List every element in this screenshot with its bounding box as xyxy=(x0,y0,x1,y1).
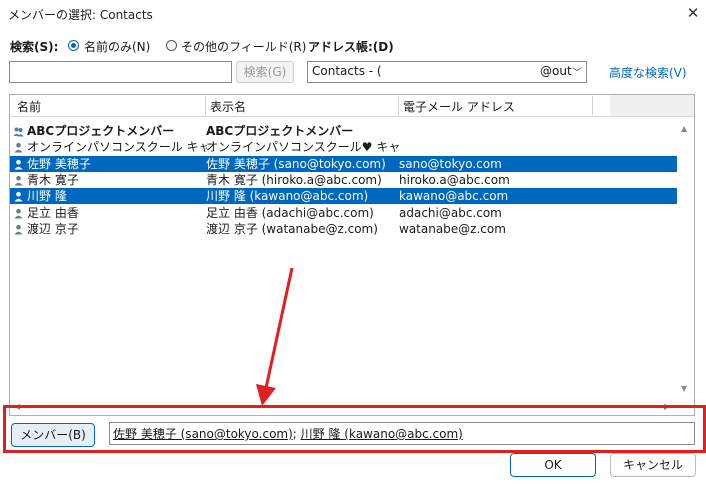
row-name: 足立 由香 xyxy=(27,206,79,220)
column-header-display[interactable]: 表示名 xyxy=(210,98,246,115)
search-label: 検索(S): xyxy=(10,40,59,54)
chevron-down-icon[interactable]: ﹀ xyxy=(572,64,582,79)
scroll-up-icon[interactable]: ▲ xyxy=(681,124,687,133)
list-header xyxy=(10,95,610,117)
contact-icon xyxy=(14,159,23,170)
contact-icon xyxy=(14,224,23,235)
radio-other-fields[interactable] xyxy=(166,40,177,51)
list-item[interactable]: 青木 寛子 青木 寛子 (hiroko.a@abc.com) hiroko.a@ab… xyxy=(10,172,677,188)
row-display-name: 佐野 美穂子 (sano@tokyo.com) xyxy=(206,157,386,171)
vertical-scrollbar[interactable] xyxy=(677,122,694,399)
scroll-down-icon[interactable]: ▼ xyxy=(681,384,687,393)
row-email: sano@tokyo.com xyxy=(399,157,502,171)
radio-other-fields-label[interactable]: その他のフィールド(R) xyxy=(181,38,306,55)
radio-name-only[interactable] xyxy=(68,40,79,51)
list-item[interactable]: オンラインパソコンスクール キャリア…オンラインパソコンスクール♥ キャリアデ… xyxy=(10,139,677,155)
ok-button[interactable]: OK xyxy=(510,453,596,477)
row-display-name: 川野 隆 (kawano@abc.com) xyxy=(206,189,369,203)
list-item[interactable]: 渡辺 京子 渡辺 京子 (watanabe@z.com) watanabe@z.co… xyxy=(10,221,677,237)
row-display-name: 足立 由香 (adachi@abc.com) xyxy=(206,206,374,220)
search-input[interactable] xyxy=(9,61,232,83)
addressbook-label: アドレス帳:(D) xyxy=(308,40,394,54)
list-item[interactable]: 足立 由香 足立 由香 (adachi@abc.com) adachi@abc.co… xyxy=(10,205,677,221)
window-title: メンバーの選択: Contacts xyxy=(8,8,153,22)
contact-icon xyxy=(14,175,23,186)
list-item[interactable]: 川野 隆 川野 隆 (kawano@abc.com) kawano@abc.com xyxy=(10,188,677,204)
row-email: adachi@abc.com xyxy=(399,206,502,220)
advanced-search-link[interactable]: 高度な検索(V) xyxy=(609,64,687,81)
row-display-name: 青木 寛子 (hiroko.a@abc.com) xyxy=(206,173,382,187)
list-item[interactable]: ABCプロジェクトメンバー ABCプロジェクトメンバー xyxy=(10,123,677,139)
row-name: 佐野 美穂子 xyxy=(27,157,91,171)
addressbook-value-tail: @out xyxy=(540,64,572,78)
column-divider[interactable] xyxy=(592,96,593,115)
column-header-name[interactable]: 名前 xyxy=(17,98,41,115)
close-icon[interactable]: ✕ xyxy=(683,3,703,23)
list-header-filler xyxy=(610,95,694,117)
row-name: 青木 寛子 xyxy=(27,173,79,187)
row-email: hiroko.a@abc.com xyxy=(399,173,510,187)
radio-name-only-label[interactable]: 名前のみ(N) xyxy=(84,38,150,55)
row-name: 渡辺 京子 xyxy=(27,222,79,236)
group-icon xyxy=(13,127,24,137)
row-email: watanabe@z.com xyxy=(399,222,506,236)
list-item[interactable]: 佐野 美穂子 佐野 美穂子 (sano@tokyo.com) sano@tokyo.… xyxy=(10,156,677,172)
cancel-button[interactable]: キャンセル xyxy=(610,453,696,477)
column-divider[interactable] xyxy=(398,96,399,115)
contact-icon xyxy=(14,142,23,153)
column-header-email[interactable]: 電子メール アドレス xyxy=(403,98,515,115)
contact-icon xyxy=(14,191,23,202)
annotation-highlight-box xyxy=(3,405,706,453)
row-display-name: 渡辺 京子 (watanabe@z.com) xyxy=(206,222,378,236)
row-name: 川野 隆 xyxy=(27,189,67,203)
row-display-name: オンラインパソコンスクール♥ キャリアデ… xyxy=(206,140,402,154)
row-display-name: ABCプロジェクトメンバー xyxy=(206,124,354,138)
addressbook-value: Contacts - ( xyxy=(312,64,382,78)
row-name: ABCプロジェクトメンバー xyxy=(27,124,175,138)
row-name: オンラインパソコンスクール キャリア… xyxy=(27,140,207,154)
contact-icon xyxy=(14,208,23,219)
row-email: kawano@abc.com xyxy=(399,189,509,203)
search-button[interactable]: 検索(G) xyxy=(236,61,294,83)
column-divider[interactable] xyxy=(205,96,206,115)
